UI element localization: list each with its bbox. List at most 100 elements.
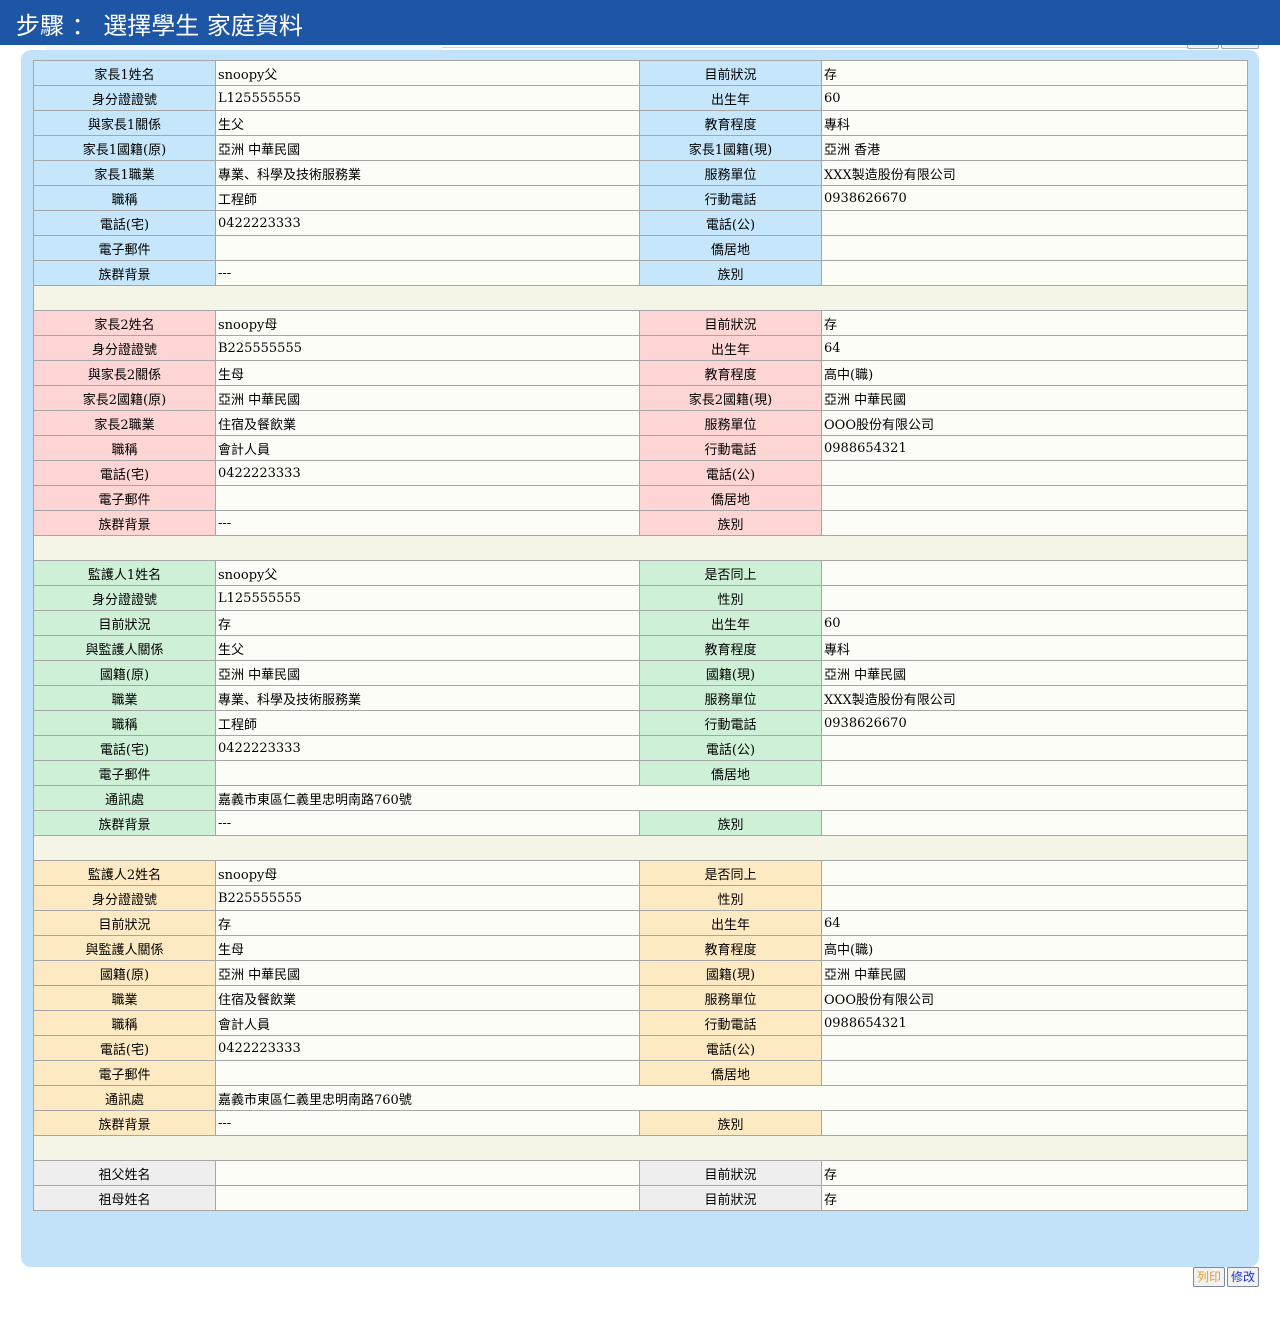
table-row: 身分證證號 L125555555 出生年 60: [33, 85, 1248, 111]
print-button[interactable]: 列印: [1192, 1267, 1225, 1287]
field-label: 家長1國籍(現): [639, 135, 822, 161]
section-separator: [33, 835, 1248, 861]
grandfather-status: 存: [821, 1160, 1248, 1186]
parent2-tel-office: [821, 460, 1248, 486]
parent2-status: 存: [821, 310, 1248, 336]
guardian2-employer: OOO股份有限公司: [821, 985, 1248, 1011]
field-label: 目前狀況: [639, 1160, 822, 1186]
field-label: 電子郵件: [33, 760, 216, 786]
field-label: 服務單位: [639, 160, 822, 186]
parent1-tel-office: [821, 210, 1248, 236]
guardian2-occupation: 住宿及餐飲業: [215, 985, 640, 1011]
table-row: 身分證證號 L125555555 性別: [33, 585, 1248, 611]
table-row: 與家長1關係 生父 教育程度 專科: [33, 110, 1248, 136]
table-row: 電子郵件 僑居地: [33, 235, 1248, 261]
field-label: 是否同上: [639, 560, 822, 586]
field-label: 族群背景: [33, 810, 216, 836]
guardian1-nationality-current: 亞洲 中華民國: [821, 660, 1248, 686]
guardian2-education: 高中(職): [821, 935, 1248, 961]
field-label: 服務單位: [639, 685, 822, 711]
guardian1-tel-home: 0422223333: [215, 735, 640, 761]
guardian2-mobile: 0988654321: [821, 1010, 1248, 1036]
field-label: 通訊處: [33, 1085, 216, 1111]
parent2-mobile: 0988654321: [821, 435, 1248, 461]
parent1-name: snoopy父: [215, 60, 640, 86]
field-label: 僑居地: [639, 235, 822, 261]
guardian2-residence: [821, 1060, 1248, 1086]
parent1-residence: [821, 235, 1248, 261]
guardian2-tribe: [821, 1110, 1248, 1136]
field-label: 家長1國籍(原): [33, 135, 216, 161]
field-label: 電話(宅): [33, 1035, 216, 1061]
field-label: 職業: [33, 985, 216, 1011]
table-row: 電子郵件 僑居地: [33, 485, 1248, 511]
guardian2-job-title: 會計人員: [215, 1010, 640, 1036]
table-row: 監護人1姓名 snoopy父 是否同上: [33, 560, 1248, 586]
field-label: 目前狀況: [639, 310, 822, 336]
table-row: 家長1職業 專業、科學及技術服務業 服務單位 XXX製造股份有限公司: [33, 160, 1248, 186]
table-row: 職稱 會計人員 行動電話 0988654321: [33, 435, 1248, 461]
grandmother-name: [215, 1185, 640, 1211]
table-row: 監護人2姓名 snoopy母 是否同上: [33, 860, 1248, 886]
parent2-job-title: 會計人員: [215, 435, 640, 461]
field-label: 電子郵件: [33, 1060, 216, 1086]
field-label: 族別: [639, 510, 822, 536]
field-label: 電話(公): [639, 735, 822, 761]
guardian2-tel-office: [821, 1035, 1248, 1061]
section-separator: [33, 1135, 1248, 1161]
parent1-mobile: 0938626670: [821, 185, 1248, 211]
field-label: 職業: [33, 685, 216, 711]
field-label: 與家長1關係: [33, 110, 216, 136]
section-separator: [33, 285, 1248, 311]
field-label: 性別: [639, 585, 822, 611]
table-row: 電話(宅) 0422223333 電話(公): [33, 460, 1248, 486]
parent1-employer: XXX製造股份有限公司: [821, 160, 1248, 186]
table-row: 職稱 工程師 行動電話 0938626670: [33, 185, 1248, 211]
guardian1-birth: 60: [821, 610, 1248, 636]
table-row: 職業 住宿及餐飲業 服務單位 OOO股份有限公司: [33, 985, 1248, 1011]
guardian2-email: [215, 1060, 640, 1086]
field-label: 教育程度: [639, 935, 822, 961]
field-label: 國籍(原): [33, 960, 216, 986]
guardian1-mobile: 0938626670: [821, 710, 1248, 736]
parent2-name: snoopy母: [215, 310, 640, 336]
field-label: 家長1職業: [33, 160, 216, 186]
parent1-email: [215, 235, 640, 261]
field-label: 身分證證號: [33, 335, 216, 361]
table-row: 與家長2關係 生母 教育程度 高中(職): [33, 360, 1248, 386]
parent1-tel-home: 0422223333: [215, 210, 640, 236]
field-label: 族別: [639, 1110, 822, 1136]
parent2-email: [215, 485, 640, 511]
field-label: 行動電話: [639, 1010, 822, 1036]
parent2-tel-home: 0422223333: [215, 460, 640, 486]
parent2-id: B225555555: [215, 335, 640, 361]
guardian1-id: L125555555: [215, 585, 640, 611]
family-info-table: 家長1姓名 snoopy父 目前狀況 存 身分證證號 L125555555 出生…: [33, 60, 1248, 1211]
guardian1-relation: 生父: [215, 635, 640, 661]
field-label: 家長1姓名: [33, 60, 216, 86]
guardian1-email: [215, 760, 640, 786]
field-label: 監護人1姓名: [33, 560, 216, 586]
table-row: 家長2職業 住宿及餐飲業 服務單位 OOO股份有限公司: [33, 410, 1248, 436]
guardian1-job-title: 工程師: [215, 710, 640, 736]
guardian1-status: 存: [215, 610, 640, 636]
table-row: 目前狀況 存 出生年 64: [33, 910, 1248, 936]
parent2-nationality-original: 亞洲 中華民國: [215, 385, 640, 411]
guardian1-tribe: [821, 810, 1248, 836]
field-label: 僑居地: [639, 1060, 822, 1086]
field-label: 出生年: [639, 335, 822, 361]
guardian1-employer: XXX製造股份有限公司: [821, 685, 1248, 711]
parent1-nationality-current: 亞洲 香港: [821, 135, 1248, 161]
field-label: 通訊處: [33, 785, 216, 811]
field-label: 職稱: [33, 435, 216, 461]
edit-button[interactable]: 修改: [1226, 1267, 1259, 1287]
field-label: 服務單位: [639, 410, 822, 436]
table-row: 國籍(原) 亞洲 中華民國 國籍(現) 亞洲 中華民國: [33, 960, 1248, 986]
page-title: 步驟 ： 選擇學生 家庭資料: [0, 0, 1280, 45]
guardian2-status: 存: [215, 910, 640, 936]
field-label: 電子郵件: [33, 235, 216, 261]
field-label: 電話(公): [639, 210, 822, 236]
guardian2-tel-home: 0422223333: [215, 1035, 640, 1061]
field-label: 族群背景: [33, 260, 216, 286]
parent1-education: 專科: [821, 110, 1248, 136]
